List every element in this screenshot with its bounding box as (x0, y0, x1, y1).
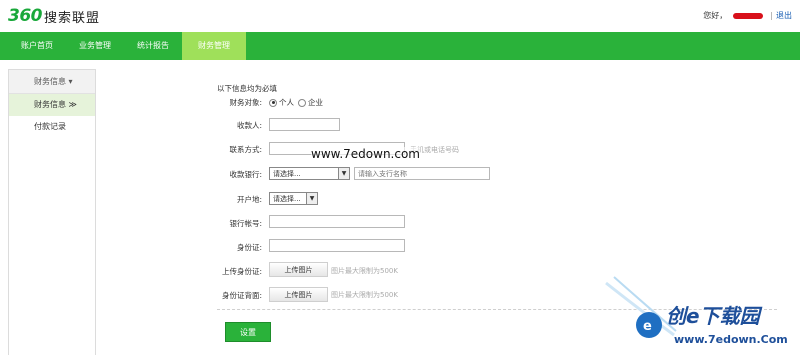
target-label: 财务对象: (229, 98, 262, 107)
location-select[interactable]: 请选择... ▼ (269, 192, 318, 205)
bank-select-value: 请选择... (273, 169, 301, 178)
radio-company-label: 企业 (308, 98, 323, 107)
target-radio-group: 个人 企业 (269, 97, 323, 108)
account-input[interactable] (269, 215, 405, 228)
watermark-center: www.7edown.com (311, 147, 420, 161)
location-select-value: 请选择... (273, 194, 301, 203)
radio-individual-label: 个人 (279, 98, 294, 107)
submit-button[interactable]: 设置 (225, 322, 271, 342)
radio-company[interactable] (298, 98, 306, 107)
watermark-corner-title: 创e下载园 (666, 304, 763, 328)
upload-front-hint: 图片最大限制为500K (331, 267, 398, 275)
branch-input[interactable] (354, 167, 490, 180)
upload-front-button[interactable]: 上传图片 (269, 262, 328, 277)
watermark-logo-icon: e 创e下载园 www.7edown.Com (605, 276, 788, 346)
upload-back-label: 身份证背面: (221, 291, 262, 300)
location-label: 开户地: (236, 195, 262, 204)
contact-label: 联系方式: (229, 145, 262, 154)
idcard-input[interactable] (269, 239, 405, 252)
chevron-down-icon: ▼ (338, 168, 349, 179)
idcard-label: 身份证: (236, 243, 262, 252)
bank-label: 收款银行: (229, 170, 262, 179)
chevron-down-icon: ▼ (306, 193, 317, 204)
account-label: 银行帐号: (229, 219, 262, 228)
watermark-logo: e 创e下载园 www.7edown.Com (604, 273, 794, 349)
required-notice: 以下信息均为必填 (217, 84, 277, 93)
svg-text:e: e (643, 319, 652, 334)
upload-back-hint: 图片最大限制为500K (331, 291, 398, 299)
payee-input[interactable] (269, 118, 340, 131)
payee-label: 收款人: (236, 121, 262, 130)
upload-front-label: 上传身份证: (221, 267, 262, 276)
watermark-corner-url: www.7edown.Com (674, 333, 788, 346)
radio-individual[interactable] (269, 98, 277, 107)
upload-back-button[interactable]: 上传图片 (269, 287, 328, 302)
bank-select[interactable]: 请选择... ▼ (269, 167, 350, 180)
